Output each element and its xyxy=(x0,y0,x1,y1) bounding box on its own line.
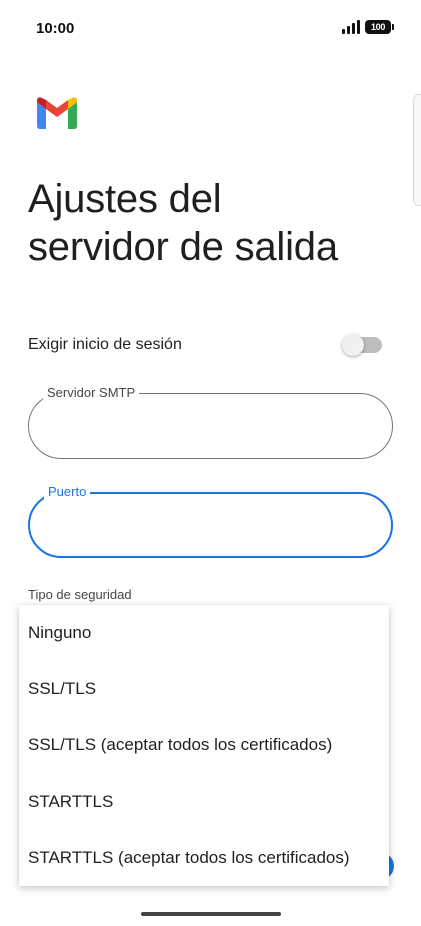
port-input[interactable] xyxy=(50,514,370,538)
menu-item-ssl-tls-accept-all[interactable]: SSL/TLS (aceptar todos los certificados) xyxy=(19,717,389,773)
require-login-label: Exigir inicio de sesión xyxy=(28,336,182,353)
menu-item-starttls[interactable]: STARTTLS xyxy=(19,774,389,830)
menu-item-ssl-tls[interactable]: SSL/TLS xyxy=(19,661,389,717)
require-login-row: Exigir inicio de sesión xyxy=(28,332,382,360)
menu-item-starttls-accept-all[interactable]: STARTTLS (aceptar todos los certificados… xyxy=(19,830,389,886)
require-login-toggle[interactable] xyxy=(342,334,382,356)
page-title-line-2: servidor de salida xyxy=(28,225,338,269)
toggle-knob xyxy=(342,334,364,356)
smtp-server-field[interactable]: Servidor SMTP xyxy=(28,385,393,459)
security-type-label: Tipo de seguridad xyxy=(28,587,132,602)
home-indicator[interactable] xyxy=(141,912,281,916)
port-label: Puerto xyxy=(44,484,91,500)
battery-level: 100 xyxy=(370,22,386,32)
port-field[interactable]: Puerto xyxy=(28,484,393,558)
gmail-logo-icon xyxy=(37,97,77,129)
scrollbar-thumb[interactable] xyxy=(413,94,421,206)
cellular-signal-icon xyxy=(342,20,360,34)
smtp-server-label: Servidor SMTP xyxy=(43,385,140,401)
security-type-dropdown-menu: Ninguno SSL/TLS SSL/TLS (aceptar todos l… xyxy=(19,605,389,886)
status-icons: 100 xyxy=(342,20,394,34)
page-title-line-1: Ajustes del xyxy=(28,177,222,221)
page-title: Ajustes del servidor de salida xyxy=(28,175,408,271)
menu-item-none[interactable]: Ninguno xyxy=(19,605,389,661)
status-time: 10:00 xyxy=(36,20,75,37)
smtp-server-input[interactable] xyxy=(49,414,369,438)
status-bar: 10:00 100 xyxy=(0,0,421,56)
battery-icon: 100 xyxy=(365,20,394,34)
